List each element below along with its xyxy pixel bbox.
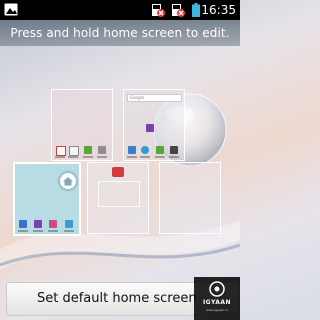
thumb-label-bar	[48, 230, 58, 232]
calendar-icon	[56, 146, 66, 156]
widget-icon	[112, 167, 124, 177]
thumb-label-bar	[169, 156, 179, 158]
thumb-label-bar	[68, 156, 78, 158]
battery-icon	[192, 3, 200, 17]
status-time: 16:35	[201, 3, 236, 17]
home-screen-thumb-3-default[interactable]	[13, 162, 81, 236]
play-store-icon	[156, 146, 164, 154]
app-icon	[19, 220, 27, 228]
status-bar: 16:35	[0, 0, 240, 20]
thumb-label-bar	[64, 230, 74, 232]
settings-icon	[98, 146, 106, 154]
home-screen-thumb-4[interactable]	[87, 162, 149, 234]
app-icon	[65, 220, 73, 228]
app-icon	[34, 220, 42, 228]
browser-icon	[141, 146, 149, 154]
edit-instruction: Press and hold home screen to edit.	[0, 20, 240, 46]
home-icon	[59, 172, 77, 190]
thumb-label-bar	[33, 230, 43, 232]
watermark-url: www.igyaan.in	[206, 308, 228, 312]
home-screen-thumb-2[interactable]: Google	[123, 89, 185, 161]
thumb-label-bar	[55, 156, 65, 158]
igyaan-logo-icon	[209, 281, 225, 297]
thumb-label-bar	[83, 156, 93, 158]
app-icon	[170, 146, 178, 154]
widget-placeholder	[98, 181, 140, 207]
home-screen-thumb-5[interactable]	[159, 162, 221, 234]
play-store-icon	[84, 146, 92, 154]
app-icon	[146, 124, 154, 132]
google-search-bar: Google	[127, 94, 182, 102]
thumb-label-bar	[127, 156, 137, 158]
gallery-icon	[4, 3, 18, 16]
sim-missing-icon	[172, 4, 185, 17]
thumb-label-bar	[155, 156, 165, 158]
home-screen-thumb-1[interactable]	[51, 89, 113, 161]
watermark-logo: IGYAAN www.igyaan.in	[194, 277, 240, 320]
app-icon	[49, 220, 57, 228]
watermark-brand: IGYAAN	[202, 299, 232, 306]
calendar-date-icon	[69, 146, 79, 156]
people-icon	[128, 146, 136, 154]
thumb-label-bar	[18, 230, 28, 232]
thumb-label-bar	[140, 156, 150, 158]
usb-debug-icon	[152, 4, 165, 17]
thumb-label-bar	[97, 156, 107, 158]
